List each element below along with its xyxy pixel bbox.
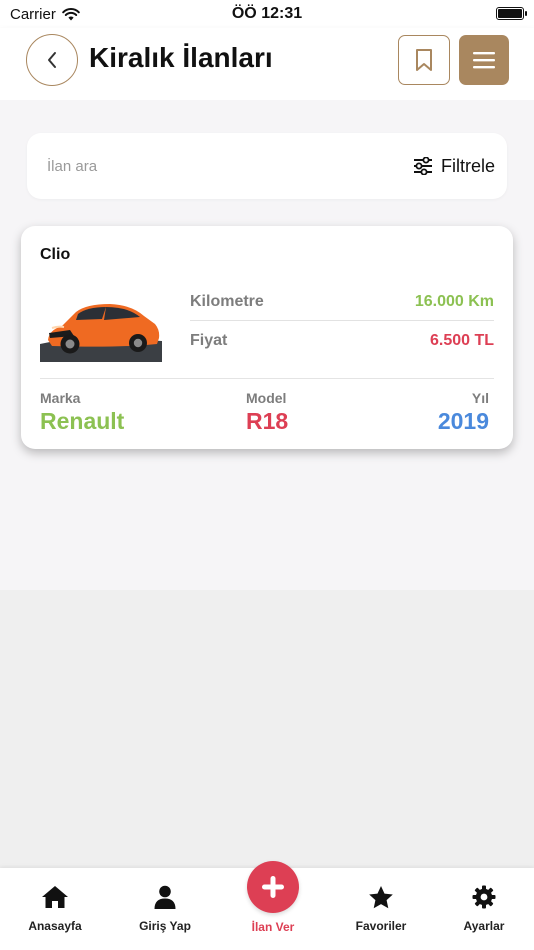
user-icon bbox=[154, 885, 176, 909]
price-value: 6.500 TL bbox=[429, 332, 494, 349]
tab-post-listing[interactable]: İlan Ver bbox=[223, 861, 323, 934]
kilometre-label: Kilometre bbox=[190, 292, 264, 310]
card-divider bbox=[40, 378, 494, 379]
back-button[interactable] bbox=[26, 34, 78, 86]
tab-post-listing-label: İlan Ver bbox=[251, 920, 295, 934]
bookmark-button[interactable] bbox=[398, 35, 450, 85]
year-value: 2019 bbox=[437, 408, 489, 434]
battery-icon bbox=[496, 7, 527, 20]
tab-home[interactable]: Anasayfa bbox=[5, 884, 105, 933]
tab-favorites[interactable]: Favoriler bbox=[331, 884, 431, 933]
filter-button[interactable]: Filtrele bbox=[413, 151, 495, 181]
brand-info: Marka Renault bbox=[40, 390, 124, 435]
chevron-left-icon bbox=[48, 52, 56, 68]
menu-button[interactable] bbox=[459, 35, 509, 85]
search-input[interactable] bbox=[47, 151, 387, 181]
search-bar: Filtrele bbox=[27, 133, 507, 199]
brand-value: Renault bbox=[40, 408, 125, 434]
listing-title: Clio bbox=[40, 246, 71, 263]
kilometre-value: 16.000 Km bbox=[414, 292, 494, 310]
gear-icon bbox=[472, 885, 496, 909]
tab-bar: Anasayfa Giriş Yap İlan Ver Favoriler Ay… bbox=[0, 861, 534, 950]
sliders-icon bbox=[413, 157, 432, 175]
year-label: Yıl bbox=[471, 390, 489, 406]
model-info: Model R18 bbox=[246, 390, 288, 435]
filter-label: Filtrele bbox=[440, 155, 495, 176]
bookmark-icon bbox=[416, 49, 432, 71]
tab-home-label: Anasayfa bbox=[28, 919, 82, 933]
post-listing-button[interactable] bbox=[247, 861, 299, 913]
tab-login-label: Giriş Yap bbox=[139, 919, 191, 933]
year-info: Yıl 2019 bbox=[438, 390, 489, 435]
model-label: Model bbox=[246, 390, 287, 406]
star-icon bbox=[369, 885, 393, 908]
listing-card[interactable]: Clio Kilometre 16.000 Km Fiyat 6.500 TL … bbox=[21, 226, 513, 449]
tab-settings[interactable]: Ayarlar bbox=[434, 884, 534, 933]
wifi-icon bbox=[62, 7, 80, 20]
carrier-info: Carrier bbox=[10, 6, 210, 23]
tab-favorites-label: Favoriler bbox=[355, 919, 407, 933]
tab-settings-label: Ayarlar bbox=[463, 919, 505, 933]
car-image bbox=[40, 304, 162, 362]
brand-label: Marka bbox=[40, 390, 81, 406]
page-title: Kiralık İlanları bbox=[89, 42, 273, 73]
status-bar: Carrier ÖÖ 12:31 bbox=[0, 0, 534, 28]
content-area: Filtrele Clio Kilometre 16.000 Km Fiyat … bbox=[0, 100, 534, 590]
price-row: Fiyat 6.500 TL bbox=[190, 322, 494, 360]
tab-login[interactable]: Giriş Yap bbox=[115, 884, 215, 933]
home-icon bbox=[42, 886, 68, 908]
price-label: Fiyat bbox=[190, 332, 228, 349]
navigation-header: Kiralık İlanları bbox=[0, 28, 534, 100]
carrier-label: Carrier bbox=[10, 5, 56, 23]
kilometre-row: Kilometre 16.000 Km bbox=[190, 283, 494, 321]
hamburger-icon bbox=[473, 52, 495, 69]
model-value: R18 bbox=[246, 408, 289, 434]
plus-icon bbox=[262, 876, 284, 898]
